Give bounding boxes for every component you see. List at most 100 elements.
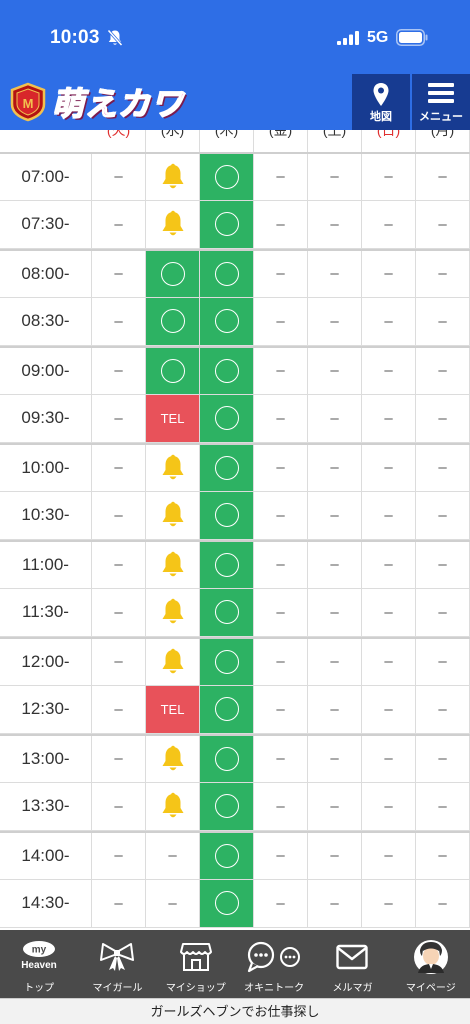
slot-unavailable: – xyxy=(308,588,362,636)
slot-unavailable: – xyxy=(254,445,308,491)
time-slot-label: 11:00- xyxy=(0,542,92,588)
slot-unavailable: – xyxy=(362,685,416,733)
hamburger-menu-icon xyxy=(428,83,454,103)
slot-unavailable: – xyxy=(254,200,308,248)
slot-unavailable: – xyxy=(254,154,308,200)
bell-icon xyxy=(162,745,183,770)
slot-unavailable: – xyxy=(254,833,308,879)
slot-unavailable: – xyxy=(308,542,362,588)
slot-available[interactable] xyxy=(200,782,254,830)
bell-icon xyxy=(162,792,183,818)
time-slot-label: 09:00- xyxy=(0,348,92,394)
slot-available[interactable] xyxy=(200,588,254,636)
nav-item-my-page[interactable]: マイページ xyxy=(392,930,470,998)
nav-item-okini-talk[interactable]: オキニトーク xyxy=(235,930,313,998)
slot-unavailable: – xyxy=(362,297,416,345)
slot-tel[interactable]: TEL xyxy=(146,394,200,442)
app-screen: 10:03 5G M 萌えカワ 地図 メニュー (火) (水) (木) (金) … xyxy=(0,0,470,1024)
slot-unavailable: – xyxy=(146,879,200,927)
bell-icon xyxy=(162,648,183,673)
nav-label-top: トップ xyxy=(24,983,55,994)
slot-unavailable: – xyxy=(362,445,416,491)
day-header: (火) xyxy=(92,130,146,152)
circle-icon xyxy=(160,261,185,286)
slot-notify[interactable] xyxy=(146,154,200,200)
nav-item-my-shop[interactable]: マイショップ xyxy=(157,930,235,998)
slot-available[interactable] xyxy=(200,833,254,879)
slot-unavailable: – xyxy=(308,297,362,345)
slot-available[interactable] xyxy=(146,297,200,345)
day-header: (木) xyxy=(200,130,254,152)
slot-unavailable: – xyxy=(308,833,362,879)
day-header: (土) xyxy=(308,130,362,152)
menu-button[interactable]: メニュー xyxy=(412,74,470,130)
nav-item-top[interactable]: my Heaven トップ xyxy=(0,930,78,998)
slot-unavailable: – xyxy=(308,445,362,491)
slot-unavailable: – xyxy=(92,491,146,539)
slot-unavailable: – xyxy=(308,736,362,782)
emblem-icon: M xyxy=(10,82,46,122)
slot-available[interactable] xyxy=(200,154,254,200)
slot-unavailable: – xyxy=(416,200,470,248)
site-logo[interactable]: M 萌えカワ xyxy=(8,78,184,126)
my-heaven-icon: my Heaven xyxy=(14,940,64,974)
slot-unavailable: – xyxy=(254,491,308,539)
slot-available[interactable] xyxy=(200,251,254,297)
slot-notify[interactable] xyxy=(146,782,200,830)
schedule-row: 09:00- – – – – – xyxy=(0,346,470,395)
slot-available[interactable] xyxy=(200,685,254,733)
slot-available[interactable] xyxy=(200,879,254,927)
slot-available[interactable] xyxy=(146,251,200,297)
slot-unavailable: – xyxy=(308,685,362,733)
slot-available[interactable] xyxy=(200,542,254,588)
slot-available[interactable] xyxy=(200,394,254,442)
slot-notify[interactable] xyxy=(146,639,200,685)
slot-notify[interactable] xyxy=(146,736,200,782)
slot-available[interactable] xyxy=(200,200,254,248)
slot-unavailable: – xyxy=(416,588,470,636)
time-slot-label: 07:00- xyxy=(0,154,92,200)
slot-available[interactable] xyxy=(200,348,254,394)
bell-icon xyxy=(162,551,183,576)
bell-icon xyxy=(162,598,183,624)
slot-unavailable: – xyxy=(308,639,362,685)
slot-available[interactable] xyxy=(200,297,254,345)
slot-notify[interactable] xyxy=(146,491,200,539)
slot-notify[interactable] xyxy=(146,445,200,491)
slot-unavailable: – xyxy=(92,782,146,830)
slot-unavailable: – xyxy=(92,685,146,733)
slot-notify[interactable] xyxy=(146,200,200,248)
nav-label-mail-magazine: メルマガ xyxy=(332,983,373,994)
menu-button-label: メニュー xyxy=(419,111,463,123)
slot-unavailable: – xyxy=(308,394,362,442)
slot-unavailable: – xyxy=(416,251,470,297)
circle-icon xyxy=(214,406,239,431)
slot-unavailable: – xyxy=(416,736,470,782)
slot-unavailable: – xyxy=(254,394,308,442)
slot-tel[interactable]: TEL xyxy=(146,685,200,733)
slot-unavailable: – xyxy=(362,542,416,588)
slot-unavailable: – xyxy=(308,491,362,539)
slot-unavailable: – xyxy=(416,445,470,491)
slot-unavailable: – xyxy=(92,736,146,782)
slot-notify[interactable] xyxy=(146,588,200,636)
footer-job-link[interactable]: ガールズヘブンでお仕事探し xyxy=(0,998,470,1024)
slot-unavailable: – xyxy=(362,200,416,248)
time-slot-label: 13:30- xyxy=(0,782,92,830)
time-slot-label: 10:30- xyxy=(0,491,92,539)
nav-item-my-girl[interactable]: マイガール xyxy=(78,930,156,998)
slot-unavailable: – xyxy=(146,833,200,879)
slot-notify[interactable] xyxy=(146,542,200,588)
slot-unavailable: – xyxy=(362,251,416,297)
slot-available[interactable] xyxy=(200,445,254,491)
schedule-row: 14:30- – – – – – – xyxy=(0,879,470,928)
slot-available[interactable] xyxy=(200,736,254,782)
circle-icon xyxy=(214,746,239,771)
nav-item-mail-magazine[interactable]: メルマガ xyxy=(313,930,391,998)
circle-icon xyxy=(214,843,239,868)
slot-available[interactable] xyxy=(200,491,254,539)
nav-label-my-page: マイページ xyxy=(405,983,456,994)
slot-available[interactable] xyxy=(200,639,254,685)
slot-available[interactable] xyxy=(146,348,200,394)
map-button[interactable]: 地図 xyxy=(352,74,410,130)
